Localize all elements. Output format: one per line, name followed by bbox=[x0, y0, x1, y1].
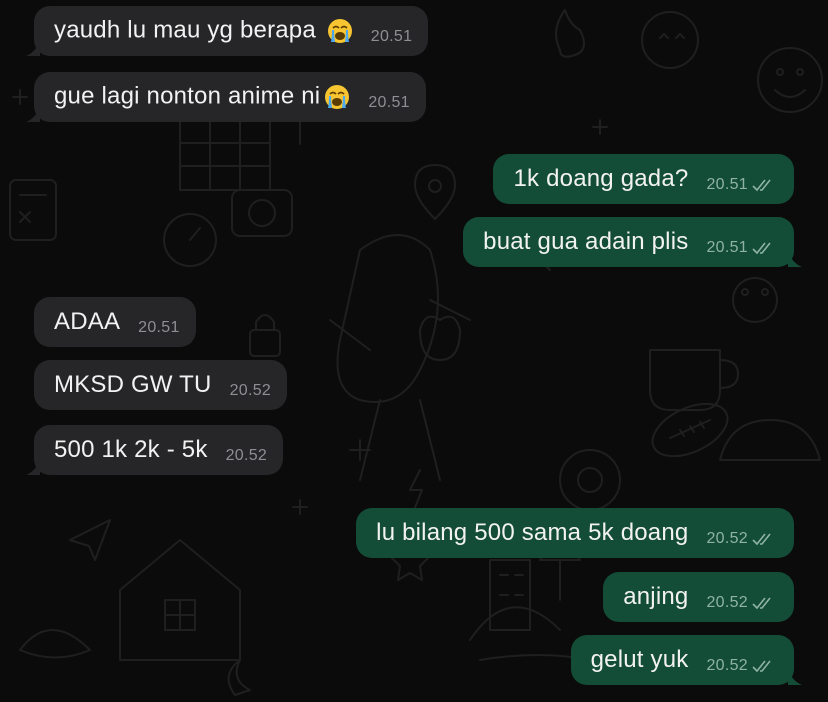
message-text: 500 1k 2k - 5k bbox=[54, 436, 208, 463]
chat-window[interactable]: yaudh lu mau yg berapa 20.51 gue lagi no… bbox=[0, 0, 828, 702]
message-bubble-incoming[interactable]: yaudh lu mau yg berapa 20.51 bbox=[26, 6, 429, 56]
message-meta: 20.51 bbox=[138, 308, 180, 336]
bubble-tail bbox=[26, 106, 40, 122]
read-receipt-icon bbox=[752, 533, 771, 546]
read-receipt-icon bbox=[752, 242, 771, 255]
loudly-crying-face-icon bbox=[325, 85, 350, 109]
message-bubble-outgoing[interactable]: 1k doang gada? 20.51 bbox=[493, 154, 794, 204]
message-time: 20.51 bbox=[706, 239, 748, 256]
bubble-tail bbox=[788, 669, 802, 685]
loudly-crying-face-icon bbox=[327, 19, 352, 43]
message-meta: 20.51 bbox=[706, 228, 774, 256]
message-time: 20.51 bbox=[138, 319, 180, 336]
message-meta: 20.51 bbox=[706, 165, 774, 193]
message-time: 20.52 bbox=[706, 594, 748, 611]
message-bubble-outgoing[interactable]: buat gua adain plis 20.51 bbox=[463, 217, 802, 267]
message-time: 20.52 bbox=[706, 657, 748, 674]
message-meta: 20.51 bbox=[368, 83, 410, 111]
message-time: 20.52 bbox=[229, 382, 272, 399]
message-bubble-outgoing[interactable]: anjing 20.52 bbox=[603, 572, 794, 622]
message-text: gelut yuk bbox=[590, 646, 689, 673]
message-bubble-outgoing[interactable]: gelut yuk 20.52 bbox=[570, 635, 802, 685]
message-text: ADAA bbox=[54, 308, 121, 335]
message-bubble-incoming[interactable]: 500 1k 2k - 5k 20.52 bbox=[26, 425, 284, 475]
message-bubble-incoming[interactable]: gue lagi nonton anime ni 20.51 bbox=[26, 72, 426, 122]
message-meta: 20.52 bbox=[230, 371, 272, 399]
message-bubble-incoming[interactable]: MKSD GW TU 20.52 bbox=[34, 360, 288, 410]
message-time: 20.51 bbox=[706, 176, 748, 193]
message-meta: 20.52 bbox=[226, 436, 268, 464]
message-text: MKSD GW TU bbox=[54, 371, 212, 398]
message-meta: 20.52 bbox=[706, 583, 774, 611]
message-text: gue lagi nonton anime ni bbox=[54, 84, 350, 110]
message-text: buat gua adain plis bbox=[483, 228, 689, 255]
bubble-tail bbox=[788, 251, 802, 267]
read-receipt-icon bbox=[752, 179, 771, 192]
message-text: lu bilang 500 sama 5k doang bbox=[376, 519, 689, 546]
read-receipt-icon bbox=[752, 660, 771, 673]
message-text: anjing bbox=[623, 583, 689, 610]
message-meta: 20.52 bbox=[706, 646, 774, 674]
message-time: 20.51 bbox=[368, 94, 410, 111]
message-time: 20.52 bbox=[706, 530, 748, 547]
message-text: yaudh lu mau yg berapa bbox=[54, 18, 353, 44]
message-bubble-outgoing[interactable]: lu bilang 500 sama 5k doang 20.52 bbox=[356, 508, 794, 558]
message-bubble-incoming[interactable]: ADAA 20.51 bbox=[34, 297, 196, 347]
message-meta: 20.51 bbox=[371, 17, 413, 45]
message-time: 20.51 bbox=[370, 28, 413, 45]
message-text: 1k doang gada? bbox=[513, 165, 689, 192]
read-receipt-icon bbox=[752, 597, 771, 610]
message-meta: 20.52 bbox=[706, 519, 774, 547]
message-time: 20.52 bbox=[225, 447, 268, 464]
bubble-tail bbox=[26, 40, 40, 56]
bubble-tail bbox=[26, 459, 40, 475]
